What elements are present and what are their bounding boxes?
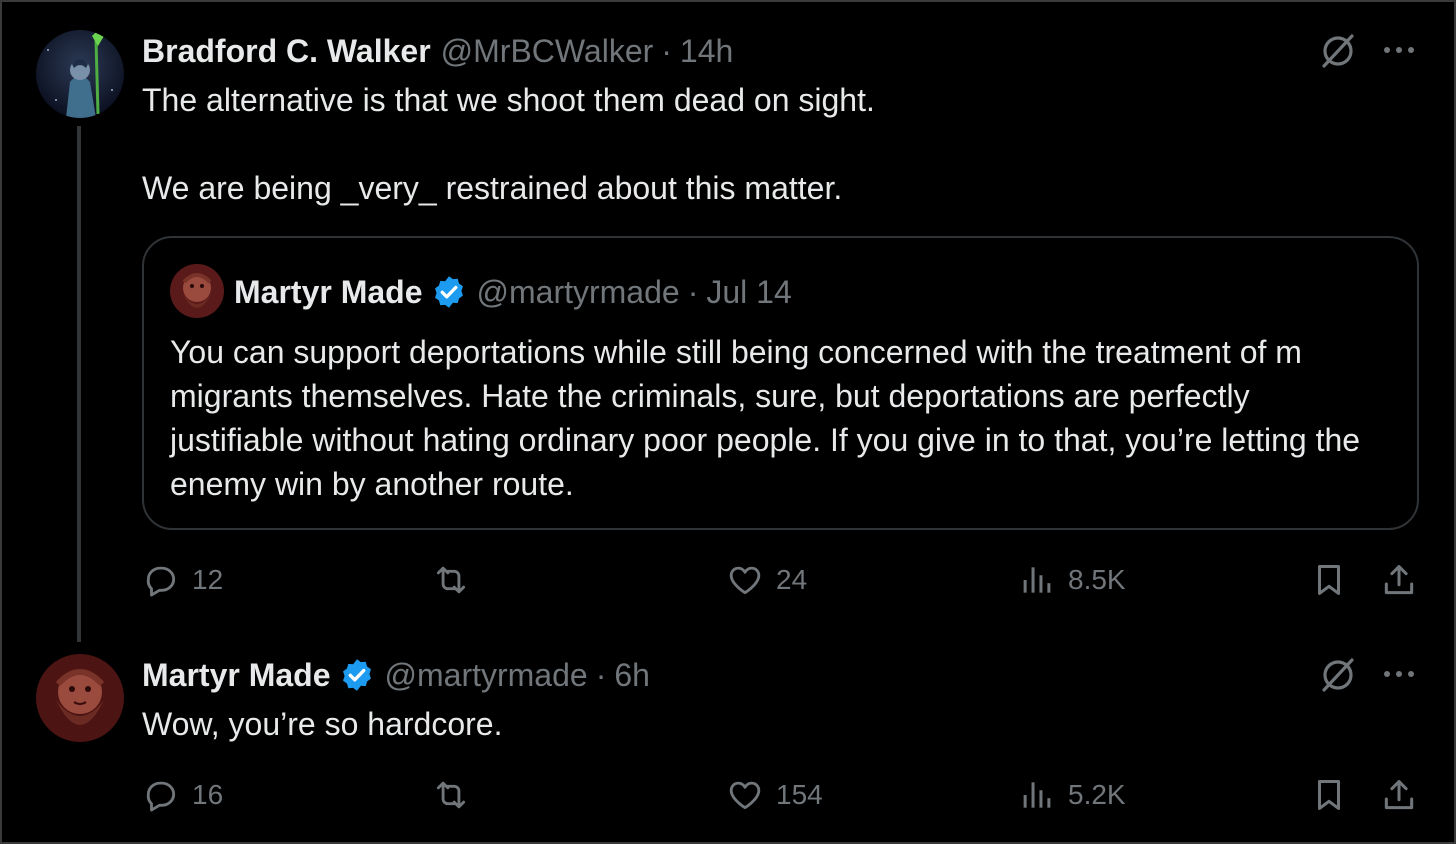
- tweet-text: The alternative is that we shoot them de…: [142, 82, 875, 206]
- reply-count: 12: [192, 564, 224, 595]
- author-name[interactable]: Bradford C. Walker: [142, 33, 431, 70]
- like-button[interactable]: 24: [726, 558, 807, 602]
- bar-chart-icon: [1023, 567, 1051, 593]
- separator-dot: ·: [661, 32, 672, 69]
- thread-connector-line: [77, 126, 81, 642]
- share-upload-icon: [1384, 565, 1414, 595]
- like-count: 24: [776, 564, 808, 595]
- tweet[interactable]: Bradford C. Walker @MrBCWalker · 14h The…: [0, 0, 1456, 642]
- bookmark-icon: [1317, 780, 1341, 810]
- repost-button[interactable]: [432, 773, 482, 817]
- tweet-action-bar: 12 24 8.5K: [142, 558, 1432, 602]
- quoted-tweet-card[interactable]: Martyr Made @martyrmade · Jul 14 You can…: [142, 236, 1419, 530]
- avatar[interactable]: [36, 30, 124, 118]
- bar-chart-icon: [1023, 782, 1051, 808]
- separator-dot: ·: [687, 273, 699, 310]
- tweet-text: Wow, you’re so hardcore.: [142, 706, 503, 742]
- more-dots-icon[interactable]: [1381, 656, 1417, 692]
- quoted-timestamp[interactable]: Jul 14: [706, 274, 791, 311]
- author-name[interactable]: Martyr Made: [142, 657, 331, 694]
- reply-button[interactable]: 16: [142, 773, 223, 817]
- tweet-action-bar: 16 154 5.2K: [142, 773, 1432, 817]
- share-upload-icon: [1384, 780, 1414, 810]
- repost-arrows-icon: [436, 566, 466, 594]
- views-button[interactable]: 5.2K: [1018, 773, 1126, 817]
- timestamp[interactable]: 6h: [614, 657, 650, 694]
- share-button[interactable]: [1380, 558, 1418, 602]
- quoted-tweet-text: You can support deportations while still…: [170, 334, 1361, 502]
- share-button[interactable]: [1380, 773, 1418, 817]
- tweet-header: Martyr Made @martyrmade · 6h: [142, 655, 650, 695]
- speech-bubble-icon: [146, 566, 176, 597]
- separator-dot: ·: [595, 656, 607, 693]
- grok-slash-icon[interactable]: [1318, 654, 1358, 694]
- like-button[interactable]: 154: [726, 773, 823, 817]
- more-dots-icon[interactable]: [1381, 32, 1417, 68]
- like-count: 154: [776, 779, 823, 810]
- repost-button[interactable]: [432, 558, 482, 602]
- bookmark-button[interactable]: [1310, 773, 1348, 817]
- quoted-author-name[interactable]: Martyr Made: [234, 274, 423, 311]
- heart-icon: [729, 566, 761, 595]
- views-button[interactable]: 8.5K: [1018, 558, 1126, 602]
- timestamp[interactable]: 14h: [680, 33, 733, 70]
- view-count: 8.5K: [1068, 564, 1126, 595]
- avatar-image-icon: [170, 264, 224, 318]
- speech-bubble-icon: [146, 781, 176, 812]
- grok-slash-icon[interactable]: [1318, 30, 1358, 70]
- repost-arrows-icon: [436, 781, 466, 809]
- author-handle[interactable]: @martyrmade: [385, 657, 588, 694]
- heart-icon: [729, 781, 761, 810]
- tweet[interactable]: Martyr Made @martyrmade · 6h Wow, you’re…: [0, 640, 1456, 844]
- quoted-author-avatar[interactable]: [170, 264, 224, 318]
- verified-badge-icon: [342, 659, 371, 691]
- author-handle[interactable]: @MrBCWalker: [441, 33, 654, 70]
- bookmark-icon: [1317, 565, 1341, 595]
- avatar[interactable]: [36, 654, 124, 742]
- bookmark-button[interactable]: [1310, 558, 1348, 602]
- avatar-image-icon: [36, 654, 124, 742]
- avatar-image-icon: [36, 30, 124, 118]
- view-count: 5.2K: [1068, 779, 1126, 810]
- quoted-author-handle[interactable]: @martyrmade: [477, 274, 680, 311]
- reply-count: 16: [192, 779, 224, 810]
- tweet-header: Bradford C. Walker @MrBCWalker · 14h: [142, 31, 733, 71]
- verified-badge-icon: [434, 276, 463, 308]
- reply-button[interactable]: 12: [142, 558, 223, 602]
- quoted-tweet-header: Martyr Made @martyrmade · Jul 14: [234, 272, 792, 312]
